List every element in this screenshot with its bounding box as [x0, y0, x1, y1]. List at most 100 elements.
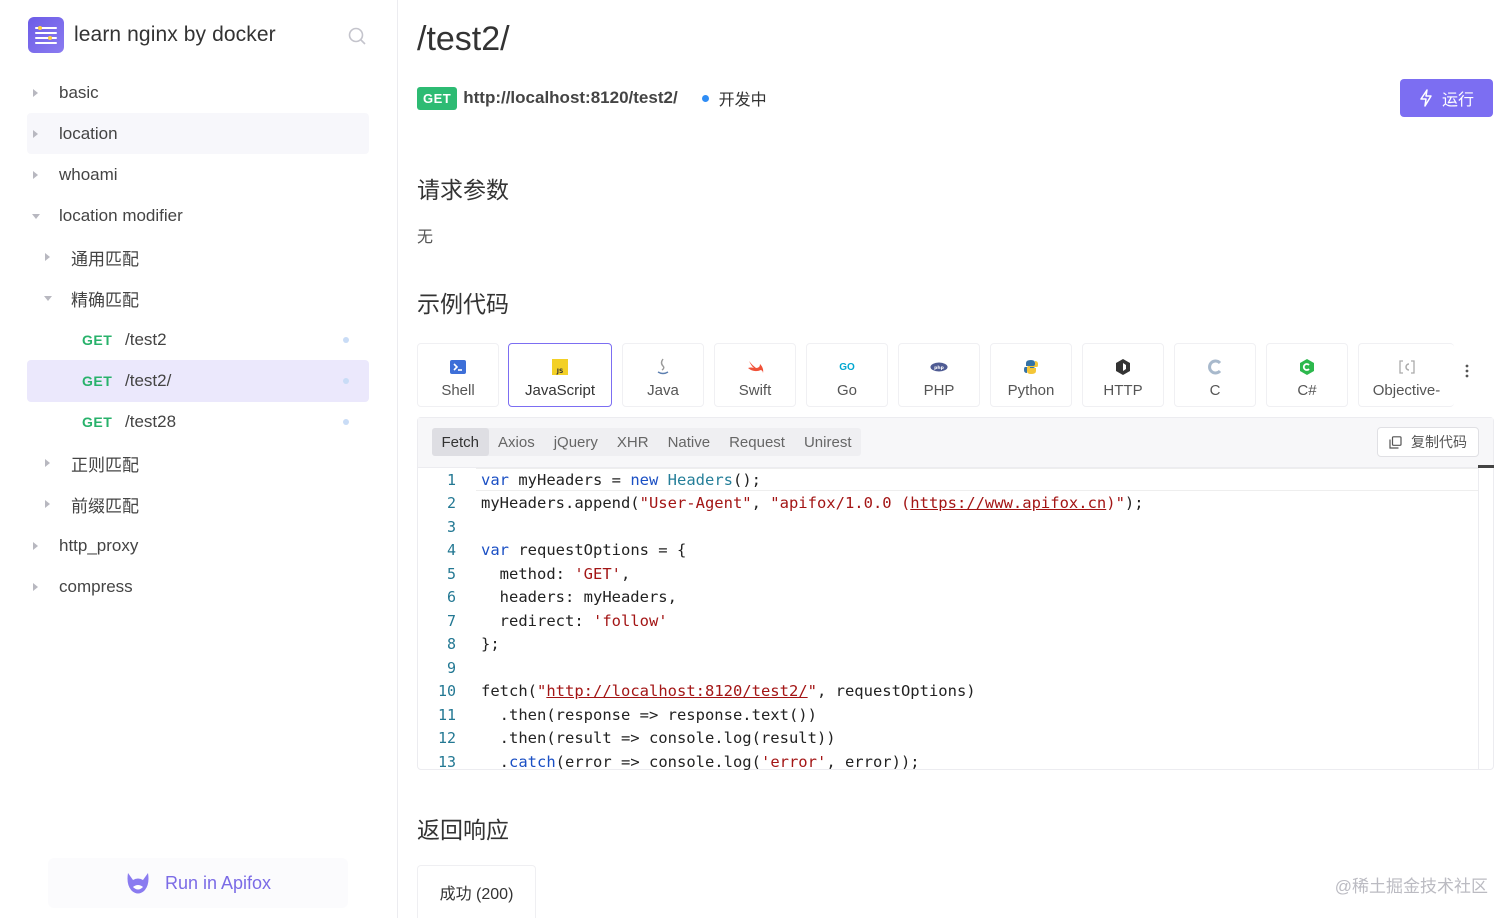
endpoint-path: /test2	[125, 329, 167, 349]
tree-label: 前缀匹配	[71, 496, 139, 516]
caret-right-icon	[45, 459, 50, 468]
tree-label: location	[59, 123, 118, 143]
api-tree: basic location whoami location modifier …	[27, 72, 369, 607]
tree-folder-exact-match[interactable]: 精确匹配	[27, 278, 369, 319]
method-badge: GET	[82, 372, 113, 389]
line-number: 5	[446, 564, 456, 583]
tab-fetch[interactable]: Fetch	[432, 428, 489, 456]
tab-label: PHP	[923, 382, 955, 399]
code-line: 7 redirect: 'follow'	[418, 609, 1478, 633]
code-text: };	[481, 635, 500, 654]
swift-icon	[746, 358, 764, 376]
tab-axios[interactable]: Axios	[489, 428, 545, 456]
tree-folder-general-match[interactable]: 通用匹配	[27, 237, 369, 278]
tab-go[interactable]: GO Go	[806, 343, 888, 407]
tab-javascript[interactable]: JS JavaScript	[508, 343, 612, 407]
tab-shell[interactable]: Shell	[417, 343, 499, 407]
code-line: 6 headers: myHeaders,	[418, 586, 1478, 610]
run-in-apifox-button[interactable]: Run in Apifox	[48, 858, 348, 908]
tree-folder-prefix-match[interactable]: 前缀匹配	[27, 484, 369, 525]
caret-right-icon	[33, 129, 38, 138]
javascript-icon: JS	[551, 358, 569, 376]
tab-swift[interactable]: Swift	[714, 343, 796, 407]
tab-label: JavaScript	[524, 382, 596, 399]
tree-folder-regex-match[interactable]: 正则匹配	[27, 443, 369, 484]
status-dot-icon	[701, 94, 709, 102]
line-number: 13	[437, 752, 456, 770]
tab-request[interactable]: Request	[720, 428, 795, 456]
tab-label: Objective-	[1372, 382, 1441, 399]
tab-php[interactable]: php PHP	[898, 343, 980, 407]
tab-native[interactable]: Native	[658, 428, 720, 456]
tab-csharp[interactable]: C#	[1266, 343, 1348, 407]
code-line: 2 myHeaders.append("User-Agent", "apifox…	[418, 492, 1478, 516]
code-text: .then(result => console.log(result))	[481, 729, 836, 748]
tree-label: 正则匹配	[71, 455, 139, 475]
project-logo-icon	[28, 17, 64, 53]
tree-folder-location-modifier[interactable]: location modifier	[27, 196, 369, 237]
caret-right-icon	[33, 88, 38, 97]
tree-label: 通用匹配	[71, 249, 139, 269]
tab-xhr[interactable]: XHR	[607, 428, 658, 456]
status-dot-icon	[343, 336, 349, 343]
run-button[interactable]: 运行	[1400, 79, 1493, 117]
tree-folder-http-proxy[interactable]: http_proxy	[27, 525, 369, 566]
code-text: myHeaders.append("User-Agent", "apifox/1…	[481, 494, 1144, 513]
library-tabs: Fetch Axios jQuery XHR Native Request Un…	[432, 428, 861, 456]
tab-unirest[interactable]: Unirest	[794, 428, 861, 456]
tab-objective-c[interactable]: Objective-	[1358, 343, 1454, 407]
method-badge: GET	[417, 86, 458, 110]
code-line: 5 method: 'GET',	[418, 562, 1478, 586]
code-line: 13 .catch(error => console.log('error', …	[418, 750, 1478, 770]
tree-endpoint-test2[interactable]: GET /test2	[27, 319, 369, 360]
line-number: 4	[446, 541, 456, 560]
code-text: fetch("http://localhost:8120/test2/", re…	[481, 682, 976, 701]
code-scrollbar[interactable]	[1478, 468, 1494, 770]
apifox-logo-icon	[127, 873, 149, 894]
code-text: .catch(error => console.log('error', err…	[481, 752, 920, 770]
caret-right-icon	[33, 582, 38, 591]
status-text[interactable]: 开发中	[719, 86, 767, 110]
run-in-apifox-label: Run in Apifox	[164, 872, 272, 893]
tab-java[interactable]: Java	[622, 343, 704, 407]
code-line: 3	[418, 515, 1478, 539]
tab-label: Go	[836, 382, 857, 399]
tab-jquery[interactable]: jQuery	[544, 428, 607, 456]
tab-label: C	[1209, 382, 1221, 399]
tree-endpoint-test28[interactable]: GET /test28	[27, 402, 369, 443]
tree-folder-whoami[interactable]: whoami	[27, 154, 369, 195]
tab-label: Swift	[738, 382, 772, 399]
project-header[interactable]: learn nginx by docker	[28, 17, 276, 53]
code-text: var myHeaders = new Headers();	[481, 470, 761, 489]
copy-code-button[interactable]: 复制代码	[1377, 427, 1479, 457]
endpoint-url[interactable]: http://localhost:8120/test2/	[463, 88, 677, 108]
line-number: 6	[446, 588, 456, 607]
endpoint-path: /test28	[125, 412, 177, 432]
main-panel: /test2/ GET http://localhost:8120/test2/…	[399, 0, 1512, 918]
code-line: 1 var myHeaders = new Headers();	[418, 468, 1478, 492]
scrollbar-cursor-marker	[1478, 465, 1494, 468]
tree-endpoint-test2-slash[interactable]: GET /test2/	[27, 360, 369, 402]
page-title: /test2/	[417, 20, 510, 58]
code-line: 11 .then(response => response.text())	[418, 703, 1478, 727]
more-vertical-icon[interactable]	[1465, 363, 1469, 379]
tab-c[interactable]: C	[1174, 343, 1256, 407]
tab-http[interactable]: HTTP	[1082, 343, 1164, 407]
line-number: 7	[446, 611, 456, 630]
code-text: var requestOptions = {	[481, 541, 687, 560]
code-editor[interactable]: 1 var myHeaders = new Headers(); 2 myHea…	[418, 468, 1478, 770]
method-badge: GET	[82, 331, 113, 348]
go-icon: GO	[839, 361, 855, 373]
tree-folder-compress[interactable]: compress	[27, 566, 369, 607]
caret-right-icon	[33, 170, 38, 179]
tree-folder-basic[interactable]: basic	[27, 72, 369, 113]
search-icon[interactable]	[348, 27, 366, 45]
tree-label: compress	[59, 576, 133, 596]
tab-label: HTTP	[1103, 382, 1143, 399]
code-line: 10 fetch("http://localhost:8120/test2/",…	[418, 680, 1478, 704]
tree-label: location modifier	[59, 206, 183, 226]
tree-folder-location[interactable]: location	[27, 113, 369, 155]
tab-label: Shell	[441, 382, 475, 399]
tab-python[interactable]: Python	[990, 343, 1072, 407]
tab-response-200[interactable]: 成功 (200)	[417, 865, 536, 918]
